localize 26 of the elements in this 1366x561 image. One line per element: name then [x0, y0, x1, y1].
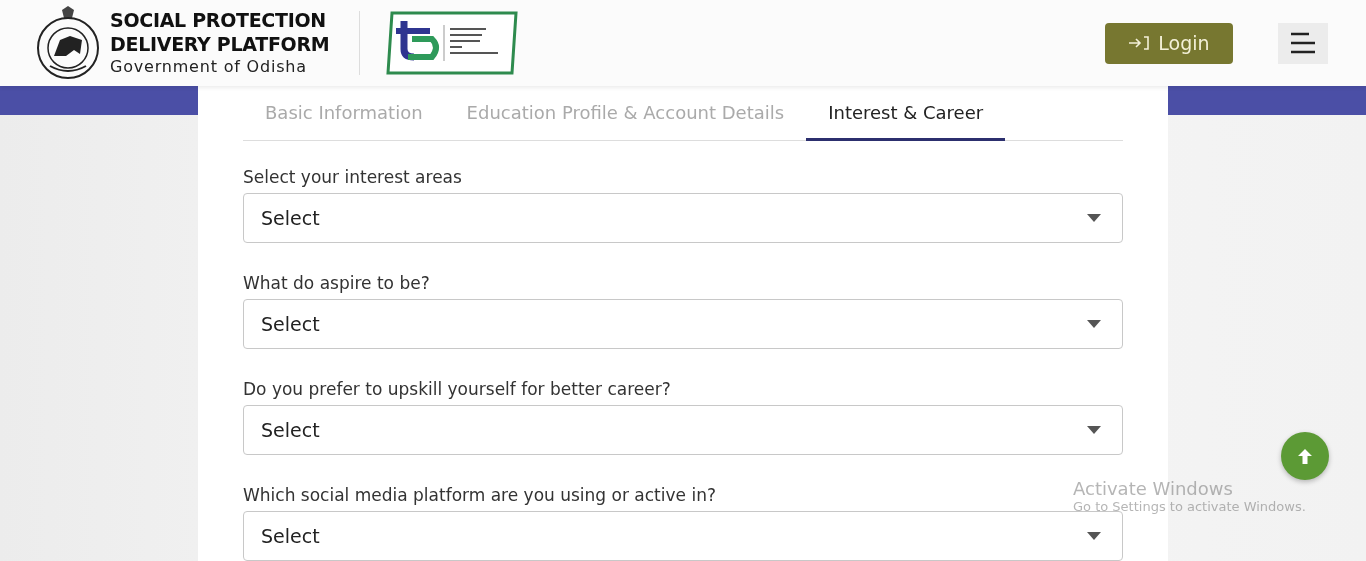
emblem-icon	[36, 6, 100, 80]
caret-icon	[1087, 214, 1101, 222]
login-button[interactable]: Login	[1105, 22, 1233, 64]
select-field[interactable]: Select	[243, 299, 1123, 349]
scroll-top-button[interactable]	[1281, 432, 1329, 480]
caret-icon	[1087, 320, 1101, 328]
select-field[interactable]: Select	[243, 193, 1123, 243]
menu-button[interactable]	[1278, 22, 1328, 64]
platform-subtitle: Government of Odisha	[110, 56, 308, 78]
menu-icon	[1289, 31, 1317, 55]
caret-icon	[1087, 426, 1101, 434]
field-label: Do you prefer to upskill yourself for better career?	[243, 379, 671, 399]
field-label: Select your interest areas	[243, 167, 462, 187]
platform-title: DELIVERY PLATFORM	[110, 32, 330, 56]
activation-notice-title: Activate Windows	[1073, 478, 1234, 499]
logo-icon	[386, 11, 519, 75]
activation-notice-text: Go to Settings to activate Windows.	[1073, 499, 1306, 514]
field-label: What do aspire to be?	[243, 273, 430, 293]
arrow-up-icon	[1297, 447, 1313, 465]
select-field[interactable]: Select	[243, 511, 1123, 561]
field-label: Which social media platform are you using or active in?	[243, 485, 716, 505]
select-field[interactable]: Select	[243, 405, 1123, 455]
tab[interactable]: Interest & Career	[806, 98, 1006, 141]
caret-icon	[1087, 532, 1101, 540]
login-icon	[1128, 35, 1151, 51]
platform-title: SOCIAL PROTECTION	[110, 8, 327, 32]
